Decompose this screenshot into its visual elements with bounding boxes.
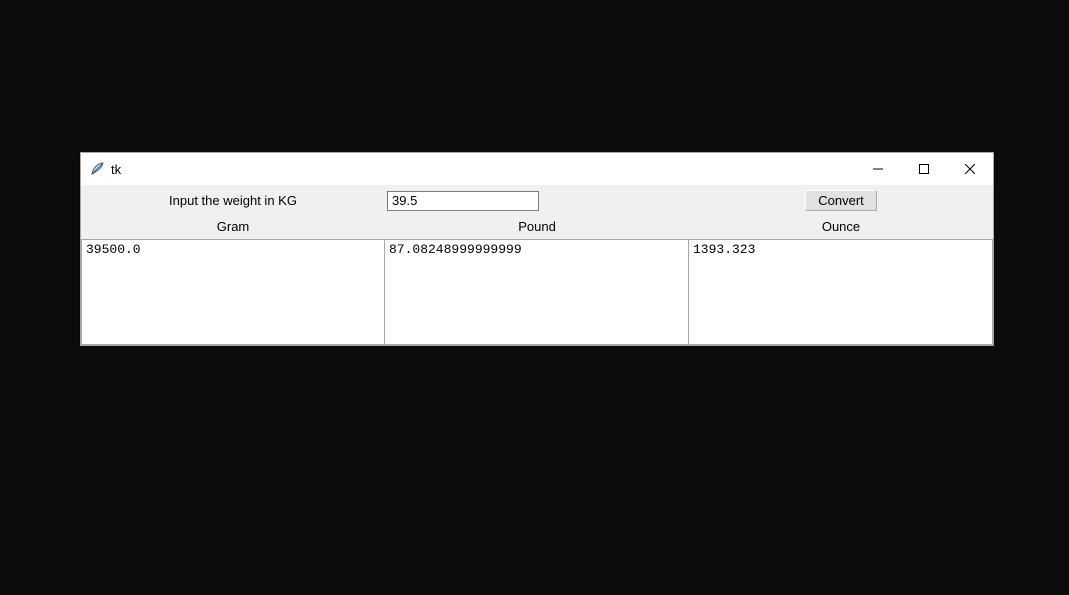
close-button[interactable] bbox=[947, 153, 993, 185]
convert-button[interactable]: Convert bbox=[805, 190, 877, 211]
header-row: Gram Pound Ounce bbox=[81, 216, 993, 239]
results-row: 39500.0 87.08248999999999 1393.323 bbox=[81, 239, 993, 345]
gram-output[interactable]: 39500.0 bbox=[81, 239, 385, 345]
weight-input[interactable] bbox=[387, 191, 539, 211]
ounce-output[interactable]: 1393.323 bbox=[689, 239, 993, 345]
app-window: tk Input the weight in KG Convert Gram P… bbox=[80, 152, 994, 346]
input-label: Input the weight in KG bbox=[169, 193, 297, 208]
title-bar: tk bbox=[81, 153, 993, 185]
window-title: tk bbox=[111, 162, 121, 177]
feather-icon bbox=[89, 161, 105, 177]
header-gram: Gram bbox=[217, 219, 250, 234]
maximize-button[interactable] bbox=[901, 153, 947, 185]
header-pound: Pound bbox=[518, 219, 556, 234]
input-row: Input the weight in KG Convert bbox=[81, 185, 993, 216]
minimize-button[interactable] bbox=[855, 153, 901, 185]
header-ounce: Ounce bbox=[822, 219, 860, 234]
pound-output[interactable]: 87.08248999999999 bbox=[385, 239, 689, 345]
